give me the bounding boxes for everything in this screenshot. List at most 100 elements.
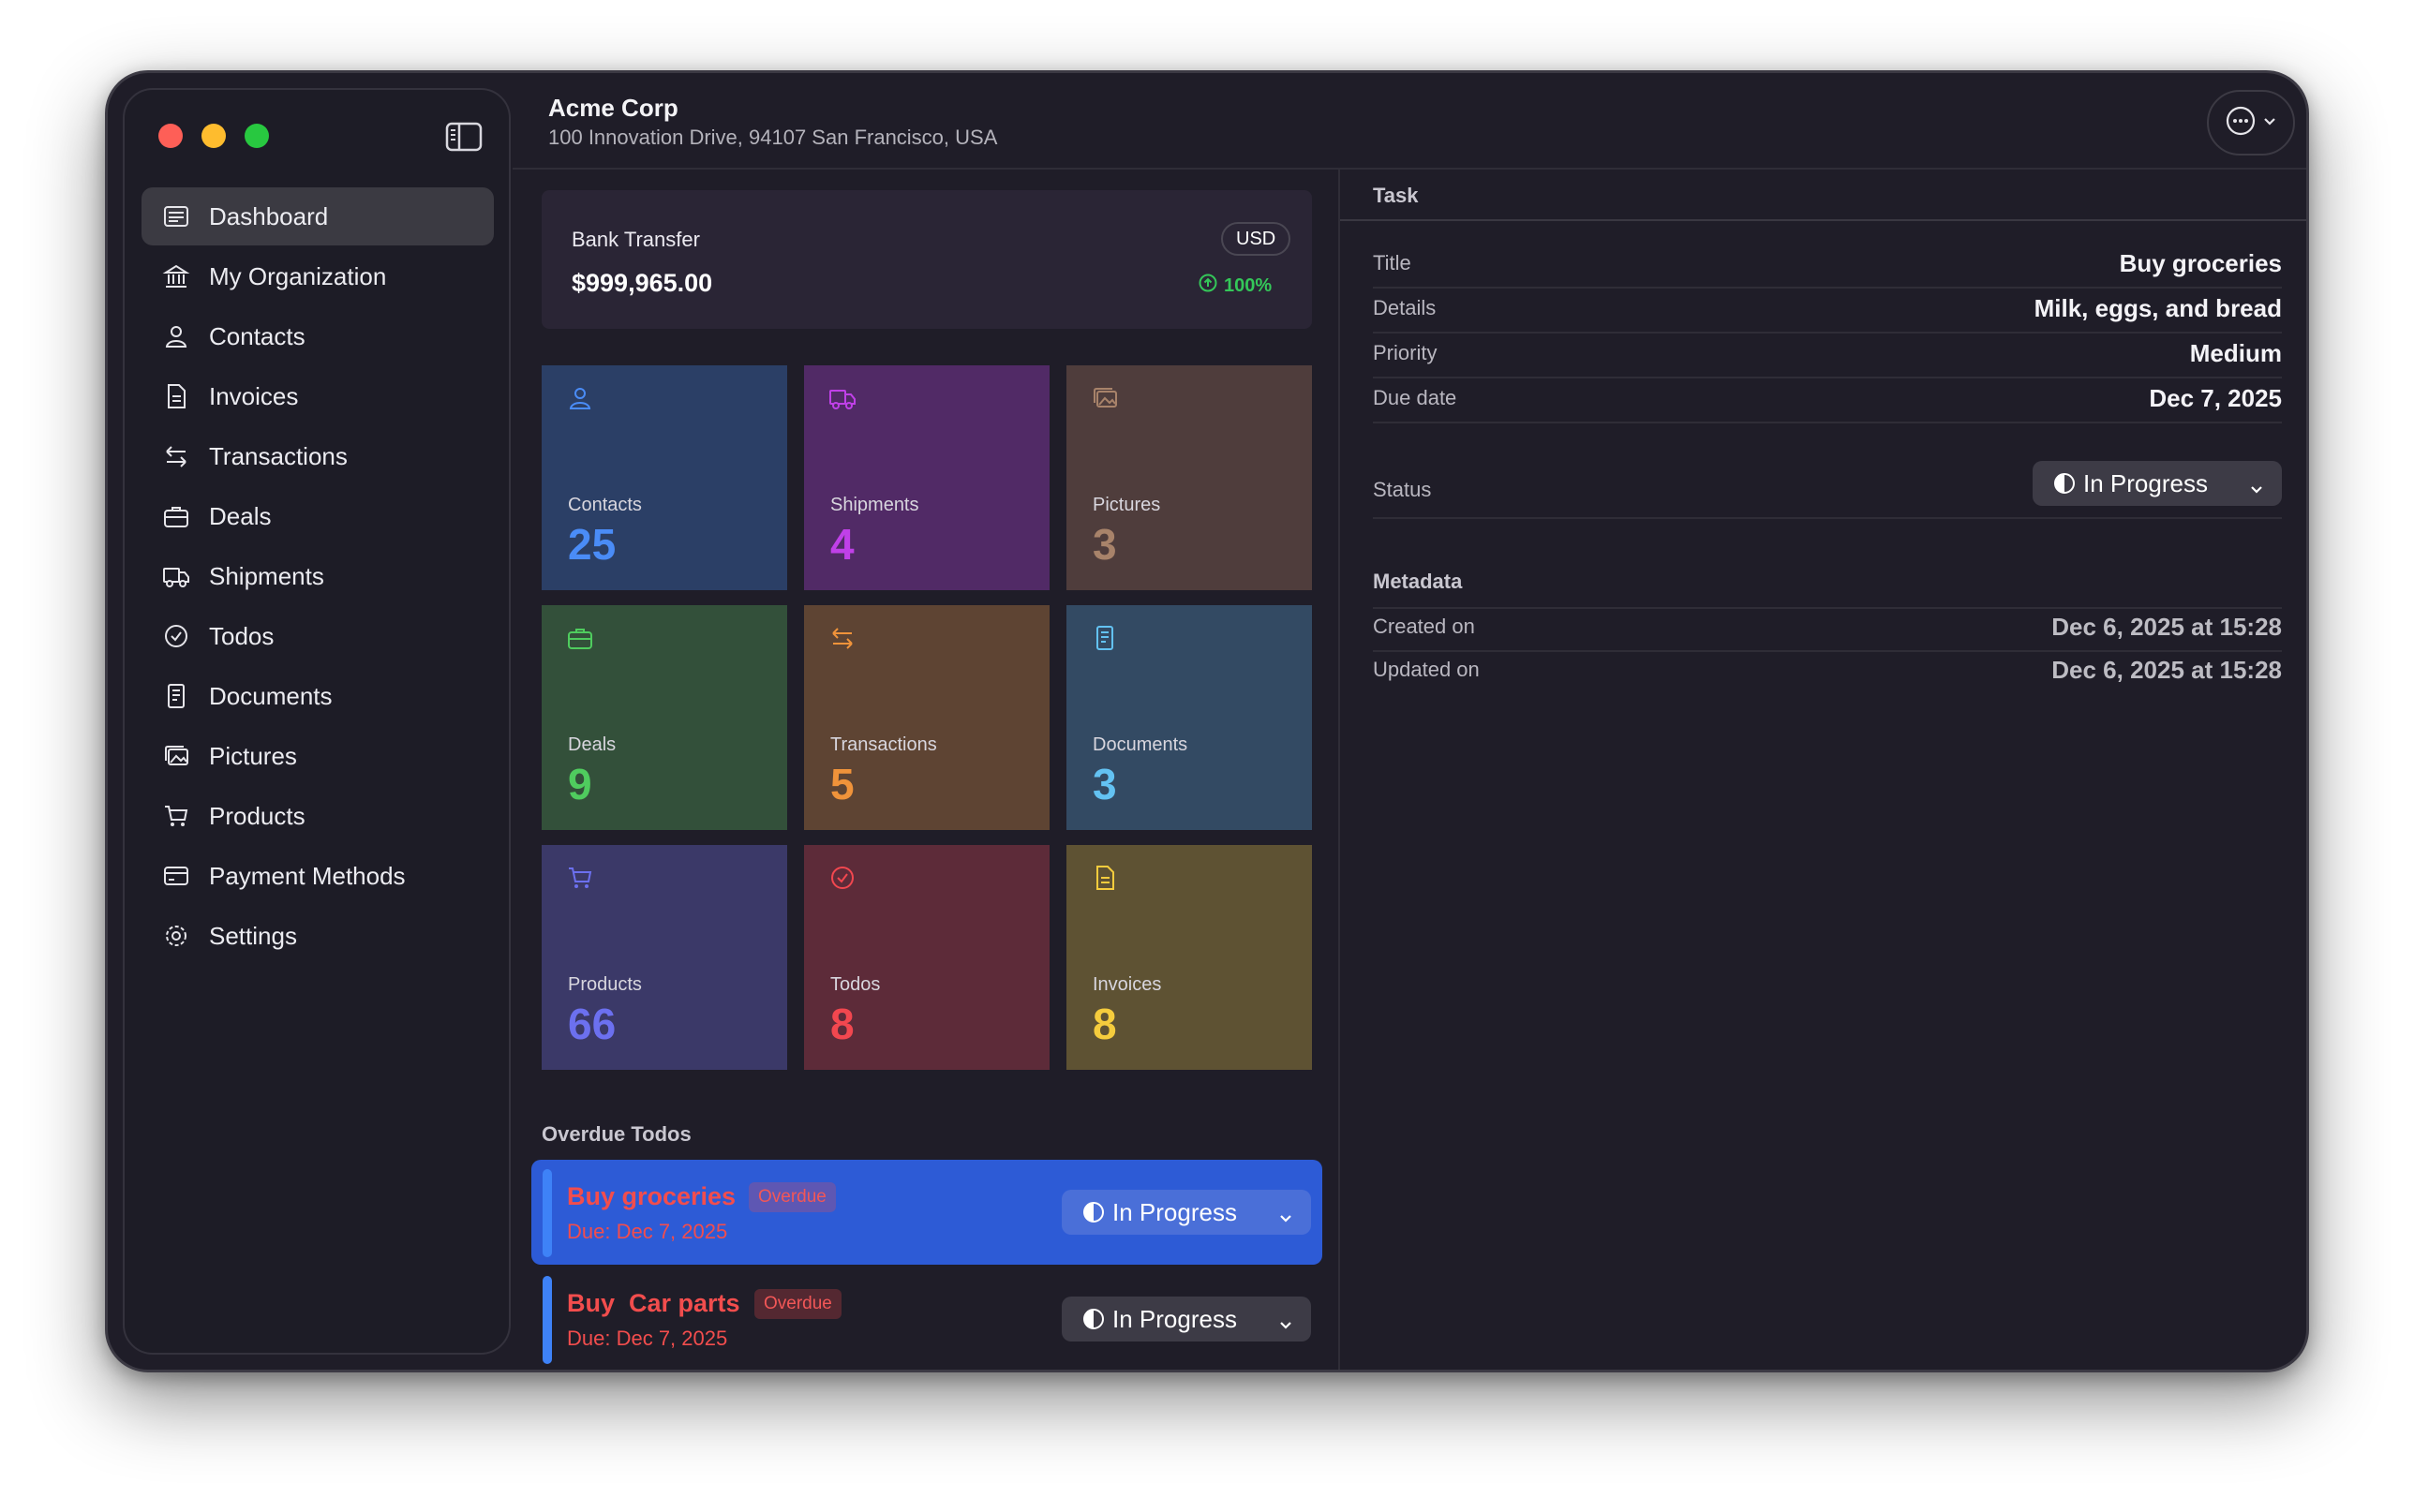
check-circle-icon (160, 620, 192, 652)
arrows-icon (160, 440, 192, 472)
tile-count: 3 (1093, 520, 1117, 569)
sidebar-item-contacts[interactable]: Contacts (142, 307, 494, 365)
todo-row[interactable]: Buy Car parts Overdue Due: Dec 7, 2025 I… (531, 1267, 1322, 1370)
detail-key: Title (1373, 251, 1411, 274)
sidebar-item-documents[interactable]: Documents (142, 667, 494, 725)
sidebar-item-pictures[interactable]: Pictures (142, 727, 494, 785)
detail-value: Dec 7, 2025 (2149, 384, 2282, 412)
todo-status-value: In Progress (1112, 1304, 1237, 1333)
person-icon (160, 320, 192, 352)
person-icon (566, 384, 598, 416)
task-section-title: Task (1373, 184, 1419, 207)
tile-contacts[interactable]: Contacts 25 (542, 365, 787, 590)
tile-pictures[interactable]: Pictures 3 (1066, 365, 1312, 590)
sidebar-item-label: Contacts (209, 321, 305, 350)
sidebar-toggle-icon[interactable] (445, 122, 483, 152)
todo-status-value: In Progress (1112, 1197, 1237, 1226)
tile-label: Todos (830, 974, 881, 995)
tile-count: 4 (830, 520, 855, 569)
currency-badge: USD (1221, 222, 1291, 256)
detail-value: Dec 6, 2025 at 15:28 (2051, 613, 2282, 641)
sidebar-item-transactions[interactable]: Transactions (142, 427, 494, 485)
briefcase-icon (160, 500, 192, 532)
document-icon (1091, 624, 1123, 656)
sidebar-item-todos[interactable]: Todos (142, 607, 494, 665)
sidebar-item-dashboard[interactable]: Dashboard (142, 187, 494, 245)
todo-title: Buy groceries (567, 1182, 737, 1210)
more-options-button[interactable] (2207, 90, 2295, 156)
sidebar-item-label: Invoices (209, 381, 299, 410)
bank-icon (160, 260, 192, 292)
invoice-icon (160, 380, 192, 412)
overdue-badge: Overdue (749, 1182, 836, 1212)
half-circle-icon (1082, 1308, 1105, 1330)
zoom-window-button[interactable] (245, 124, 269, 148)
sidebar-item-invoices[interactable]: Invoices (142, 367, 494, 425)
cart-icon (566, 864, 598, 896)
sidebar-item-label: Dashboard (209, 201, 329, 230)
page-subtitle: 100 Innovation Drive, 94107 San Francisc… (548, 126, 998, 149)
check-circle-icon (828, 864, 860, 896)
tile-todos[interactable]: Todos 8 (804, 845, 1050, 1070)
sidebar-item-label: Shipments (209, 561, 324, 590)
tile-label: Contacts (568, 495, 642, 515)
detail-value: Milk, eggs, and bread (2034, 294, 2282, 322)
tile-documents[interactable]: Documents 3 (1066, 605, 1312, 830)
sidebar-item-payment-methods[interactable]: Payment Methods (142, 847, 494, 905)
close-window-button[interactable] (158, 124, 183, 148)
arrows-icon (828, 624, 860, 656)
detail-row-details: Details Milk, eggs, and bread (1373, 290, 2282, 334)
sidebar-item-label: Settings (209, 921, 297, 950)
dashboard-icon (160, 200, 192, 232)
chevron-down-icon (1277, 1204, 1294, 1223)
todo-due-date: Due: Dec 7, 2025 (567, 1220, 728, 1243)
bank-transfer-card[interactable]: Bank Transfer $999,965.00 USD 100% (542, 190, 1312, 329)
detail-key: Updated on (1373, 658, 1480, 681)
chevron-down-icon (2248, 475, 2265, 494)
detail-row-created-on: Created on Dec 6, 2025 at 15:28 (1373, 607, 2282, 652)
tile-transactions[interactable]: Transactions 5 (804, 605, 1050, 830)
sidebar-item-settings[interactable]: Settings (142, 907, 494, 965)
tile-label: Products (568, 974, 642, 995)
tile-count: 8 (830, 1000, 855, 1048)
tile-invoices[interactable]: Invoices 8 (1066, 845, 1312, 1070)
sidebar-item-label: Documents (209, 681, 333, 710)
detail-key: Details (1373, 296, 1437, 319)
gear-icon (160, 920, 192, 952)
sidebar-item-my-organization[interactable]: My Organization (142, 247, 494, 305)
task-status-select[interactable]: In Progress (2033, 461, 2282, 506)
tile-deals[interactable]: Deals 9 (542, 605, 787, 830)
tile-label: Transactions (830, 734, 937, 755)
detail-row-due-date: Due date Dec 7, 2025 (1373, 380, 2282, 423)
half-circle-icon (1082, 1201, 1105, 1223)
app-window: Dashboard My Organization Contacts Invoi… (105, 70, 2309, 1372)
todo-accent-bar (543, 1169, 552, 1257)
todo-row[interactable]: Buy groceries Overdue Due: Dec 7, 2025 I… (531, 1160, 1322, 1265)
tile-products[interactable]: Products 66 (542, 845, 787, 1070)
task-section-divider (1340, 219, 2306, 221)
stats-grid: Contacts 25 Shipments 4 Pictures 3 Deals… (542, 365, 1312, 1083)
bank-label: Bank Transfer (572, 228, 700, 251)
tile-count: 8 (1093, 1000, 1117, 1048)
truck-icon (828, 384, 860, 416)
chevron-down-icon (2262, 113, 2277, 133)
tile-label: Invoices (1093, 974, 1162, 995)
tile-label: Documents (1093, 734, 1188, 755)
sidebar-item-label: Todos (209, 621, 275, 650)
todo-status-select[interactable]: In Progress (1062, 1190, 1311, 1235)
sidebar-item-products[interactable]: Products (142, 787, 494, 845)
tile-label: Pictures (1093, 495, 1161, 515)
sidebar-item-shipments[interactable]: Shipments (142, 547, 494, 605)
tile-count: 9 (568, 760, 592, 808)
percent-indicator: 100% (1198, 273, 1272, 299)
sidebar-item-deals[interactable]: Deals (142, 487, 494, 545)
chevron-down-icon (1277, 1311, 1294, 1329)
tile-shipments[interactable]: Shipments 4 (804, 365, 1050, 590)
minimize-window-button[interactable] (201, 124, 226, 148)
todo-status-select[interactable]: In Progress (1062, 1297, 1311, 1342)
truck-icon (160, 560, 192, 592)
pane-divider[interactable] (1338, 168, 1340, 1370)
metadata-title: Metadata (1373, 570, 1463, 593)
detail-value: Dec 6, 2025 at 15:28 (2051, 656, 2282, 684)
page-title: Acme Corp (548, 94, 678, 122)
